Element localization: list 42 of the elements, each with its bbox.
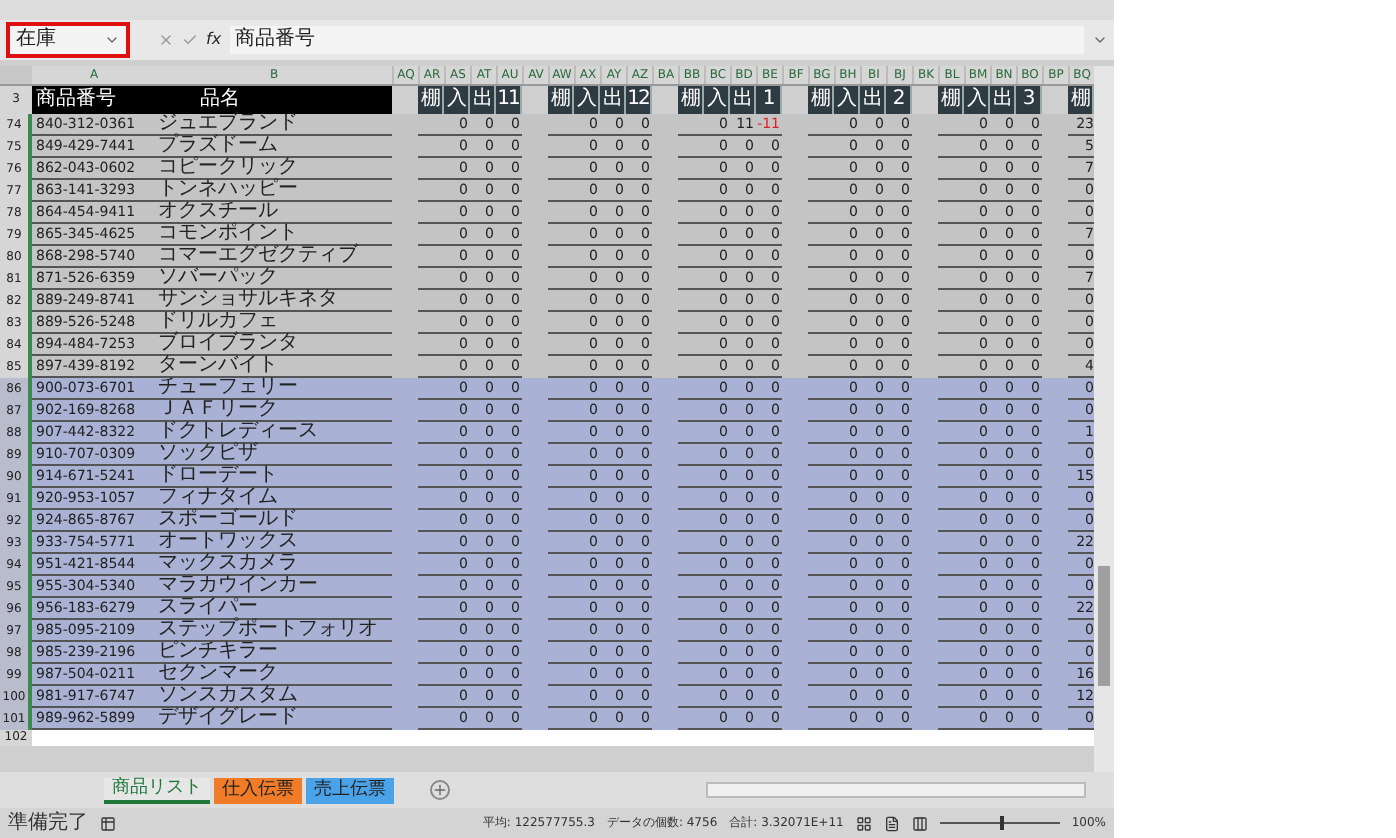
header-cell: 入	[444, 86, 470, 114]
header-cell: 出	[470, 86, 496, 114]
zoom-slider[interactable]	[939, 816, 1060, 830]
header-cell: 棚	[938, 86, 964, 114]
add-sheet-icon[interactable]	[430, 780, 450, 800]
name-box[interactable]: 在庫	[6, 22, 130, 58]
header-cell: 入	[834, 86, 860, 114]
normal-view-icon[interactable]	[855, 815, 872, 831]
sheet-tab[interactable]: 仕入伝票	[214, 777, 302, 803]
header-cell: 棚	[418, 86, 444, 114]
header-cell: 11	[496, 86, 522, 114]
sheet-tab[interactable]: 商品リスト	[104, 777, 210, 803]
horizontal-scrollbar[interactable]	[706, 782, 1086, 798]
header-cell: 出	[730, 86, 756, 114]
vertical-scrollbar[interactable]	[1094, 66, 1114, 772]
formula-field[interactable]: 商品番号	[229, 26, 1084, 54]
header-cell: 入	[964, 86, 990, 114]
header-cell: 棚	[1068, 86, 1094, 114]
header-cell: 3	[1016, 86, 1042, 114]
zoom-thumb[interactable]	[999, 816, 1004, 830]
header-cell: 棚	[678, 86, 704, 114]
page-break-icon[interactable]	[911, 815, 928, 831]
header-cell: 入	[574, 86, 600, 114]
header-cell: 棚	[548, 86, 574, 114]
header-cell: 入	[704, 86, 730, 114]
header-cell: 商品番号	[32, 86, 156, 114]
header-cell: 品名	[156, 86, 392, 114]
page-layout-icon[interactable]	[883, 815, 900, 831]
scroll-thumb[interactable]	[1098, 566, 1110, 686]
expand-icon[interactable]	[1092, 32, 1108, 48]
sheet-tab[interactable]: 売上伝票	[306, 777, 394, 803]
header-cell: 出	[600, 86, 626, 114]
dropdown-icon[interactable]	[104, 32, 120, 48]
name-box-value: 在庫	[16, 30, 56, 50]
header-cell: 2	[886, 86, 912, 114]
header-cell: 1	[756, 86, 782, 114]
header-cell: 出	[990, 86, 1016, 114]
status-text: 準備完了	[8, 813, 88, 833]
function-label[interactable]: fx	[206, 32, 222, 48]
header-cell: 12	[626, 86, 652, 114]
header-cell: 出	[860, 86, 886, 114]
header-cell: 棚	[808, 86, 834, 114]
